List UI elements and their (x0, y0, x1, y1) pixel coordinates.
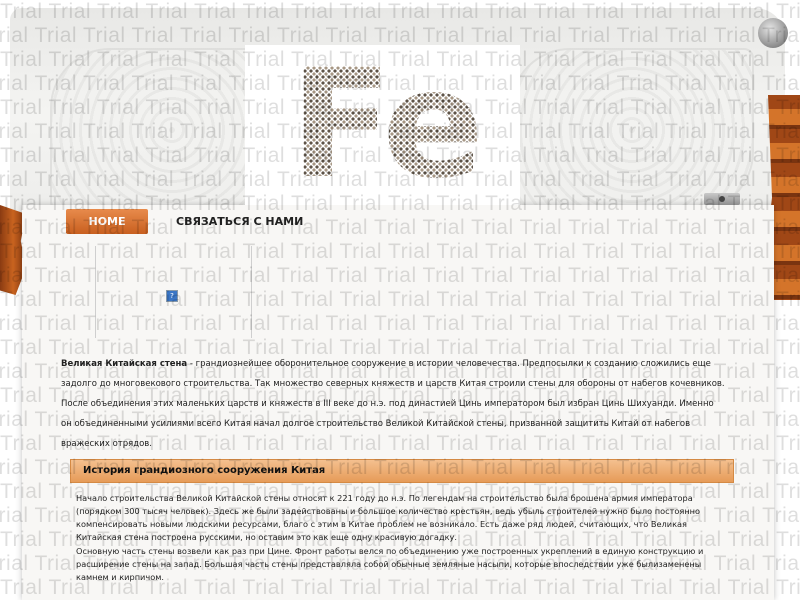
scroll-toggle-button[interactable] (704, 193, 740, 205)
nail-icon (758, 18, 788, 48)
section-paragraph-2: Основную часть стены возвели как раз при… (76, 546, 704, 582)
dot-icon (719, 196, 725, 202)
right-ornament (510, 48, 754, 212)
broken-image-icon: ? (166, 290, 178, 302)
article-intro: Великая Китайская стена - грандиознейшее… (61, 354, 725, 454)
nav-contact-link[interactable]: СВЯЗАТЬСЯ С НАМИ (176, 209, 356, 234)
article-lead-title: Великая Китайская стена (61, 359, 188, 369)
section-title: История грандиозного сооружения Китая (83, 465, 326, 476)
site-logo[interactable]: Fe (290, 50, 481, 200)
article-lead-text: - грандиознейшее оборонительное сооружен… (61, 359, 725, 449)
nav-home-link[interactable]: HOME (66, 209, 148, 234)
section-header: История грандиозного сооружения Китая (70, 459, 734, 483)
section-paragraph-1: Начало строительства Великой Китайской с… (76, 493, 701, 542)
